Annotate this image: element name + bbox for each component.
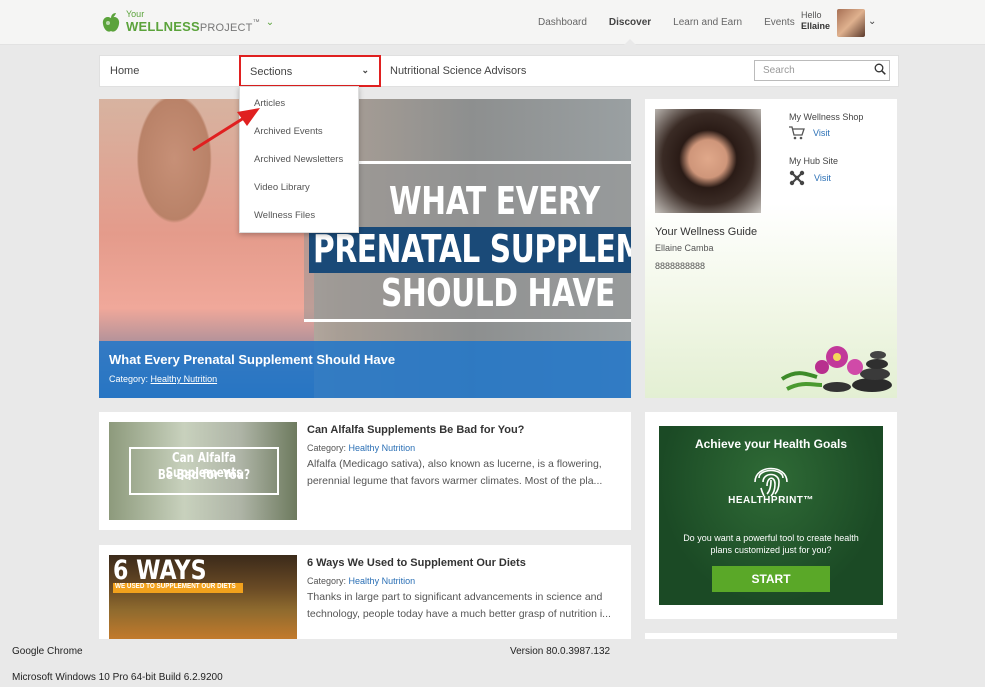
hero-category-label: Category: (109, 374, 149, 384)
top-navigation-bar: Your WELLNESSPROJECT™ ⌄ Dashboard Discov… (0, 0, 985, 45)
thumb-text-1: 6 WAYS (113, 555, 207, 586)
thumb-text-2: Be Bad for You? (157, 468, 251, 483)
os-info: Microsoft Windows 10 Pro 64-bit Build 6.… (12, 672, 223, 683)
hub-site-label: My Hub Site (789, 156, 839, 166)
hero-image-text-3: SHOULD HAVE (381, 271, 615, 315)
network-hub-icon (789, 170, 805, 186)
healthprint-ad-card: Achieve your Health Goals HEALTHPRINT™ D… (645, 412, 897, 619)
search-box[interactable]: Search (754, 60, 890, 81)
guide-photo (655, 109, 761, 213)
sections-dropdown-toggle[interactable]: Sections ⌄ (239, 55, 381, 87)
wellness-shop-label: My Wellness Shop (789, 112, 864, 122)
article-category-label: Category: (307, 443, 347, 453)
logo-tm-text: ™ (252, 19, 260, 26)
hero-rule-bottom (304, 319, 631, 322)
search-input[interactable]: Search (763, 65, 795, 76)
article-category: Category: Healthy Nutrition (307, 576, 415, 586)
browser-version: Version 80.0.3987.132 (510, 646, 611, 657)
system-info-bar: Google Chrome Version 80.0.3987.132 Micr… (0, 639, 985, 687)
hero-title[interactable]: What Every Prenatal Supplement Should Ha… (109, 352, 395, 367)
search-icon[interactable] (874, 63, 886, 75)
nav-events[interactable]: Events (764, 0, 795, 44)
menu-item-archived-newsletters[interactable]: Archived Newsletters (254, 154, 343, 165)
hero-caption: What Every Prenatal Supplement Should Ha… (99, 341, 631, 398)
annotation-arrow-icon (192, 108, 260, 152)
article-thumbnail[interactable]: Can Alfalfa Supplements Be Bad for You? (109, 422, 297, 520)
article-card: 6 WAYS WE USED TO SUPPLEMENT OUR DIETS 6… (99, 545, 631, 639)
user-name: Ellaine (801, 21, 831, 31)
menu-item-wellness-files[interactable]: Wellness Files (254, 210, 315, 221)
article-title[interactable]: Can Alfalfa Supplements Be Bad for You? (307, 424, 524, 436)
subnav-home[interactable]: Home (110, 65, 139, 77)
hero-category: Category: Healthy Nutrition (109, 374, 217, 384)
wellness-project-logo[interactable]: Your WELLNESSPROJECT™ ⌄ (100, 10, 274, 35)
article-card: Can Alfalfa Supplements Be Bad for You? … (99, 412, 631, 530)
hub-site-visit-link[interactable]: Visit (814, 173, 831, 183)
logo-chevron-down-icon[interactable]: ⌄ (266, 17, 274, 28)
ad-heading: Achieve your Health Goals (694, 437, 848, 451)
guide-phone: 8888888888 (655, 261, 706, 271)
browser-name: Google Chrome (12, 646, 83, 657)
article-category-link[interactable]: Healthy Nutrition (349, 576, 416, 586)
nav-discover[interactable]: Discover (609, 0, 651, 45)
menu-item-video-library[interactable]: Video Library (254, 182, 310, 193)
main-nav: Dashboard Discover Learn and Earn Events (516, 0, 795, 45)
article-excerpt: Thanks in large part to significant adva… (307, 591, 611, 620)
nav-dashboard[interactable]: Dashboard (538, 0, 587, 44)
article-thumbnail[interactable]: 6 WAYS WE USED TO SUPPLEMENT OUR DIETS (109, 555, 297, 639)
healthprint-ad[interactable]: Achieve your Health Goals HEALTHPRINT™ D… (659, 426, 883, 605)
logo-your-text: Your (126, 9, 145, 19)
featured-article-hero[interactable]: WHAT EVERY PRENATAL SUPPLEMENT SHOULD HA… (99, 99, 631, 398)
shopping-cart-icon (789, 126, 805, 140)
ad-brand: HEALTHPRINT™ (728, 495, 814, 506)
user-greeting[interactable]: Hello Ellaine (801, 10, 830, 32)
logo-wellness-text: WELLNESS (126, 19, 200, 34)
greeting-text: Hello (801, 10, 822, 20)
article-title[interactable]: 6 Ways We Used to Supplement Our Diets (307, 557, 526, 569)
nav-learn-and-earn[interactable]: Learn and Earn (673, 0, 742, 44)
article-excerpt: Alfalfa (Medicago sativa), also known as… (307, 458, 603, 487)
ad-text: Do you want a powerful tool to create he… (683, 533, 859, 555)
article-category: Category: Healthy Nutrition (307, 443, 415, 453)
orchid-stones-decoration (780, 346, 892, 392)
start-button[interactable]: START (712, 566, 830, 592)
wellness-guide-card: Your Wellness Guide Ellaine Camba 888888… (645, 99, 897, 398)
subnav-nutritional-science-advisors[interactable]: Nutritional Science Advisors (390, 65, 526, 77)
guide-name: Ellaine Camba (655, 243, 714, 253)
wellness-shop-visit-link[interactable]: Visit (813, 128, 830, 138)
article-category-label: Category: (307, 576, 347, 586)
hero-image-text-1: WHAT EVERY (389, 179, 600, 223)
hero-category-link[interactable]: Healthy Nutrition (151, 374, 218, 384)
sections-label: Sections (250, 66, 293, 78)
apple-logo-icon (102, 12, 120, 32)
article-category-link[interactable]: Healthy Nutrition (349, 443, 416, 453)
section-nav-bar: Home Sections ⌄ Nutritional Science Advi… (99, 55, 899, 87)
sections-chevron-down-icon: ⌄ (361, 65, 369, 75)
thumb-text-2: WE USED TO SUPPLEMENT OUR DIETS (115, 583, 236, 590)
user-avatar[interactable] (837, 9, 865, 37)
logo-project-text: PROJECT (199, 22, 253, 34)
hero-image-text-2: PRENATAL SUPPLEMENT (313, 227, 631, 271)
guide-label: Your Wellness Guide (655, 226, 758, 238)
user-menu-chevron-down-icon[interactable]: ⌄ (868, 16, 876, 27)
